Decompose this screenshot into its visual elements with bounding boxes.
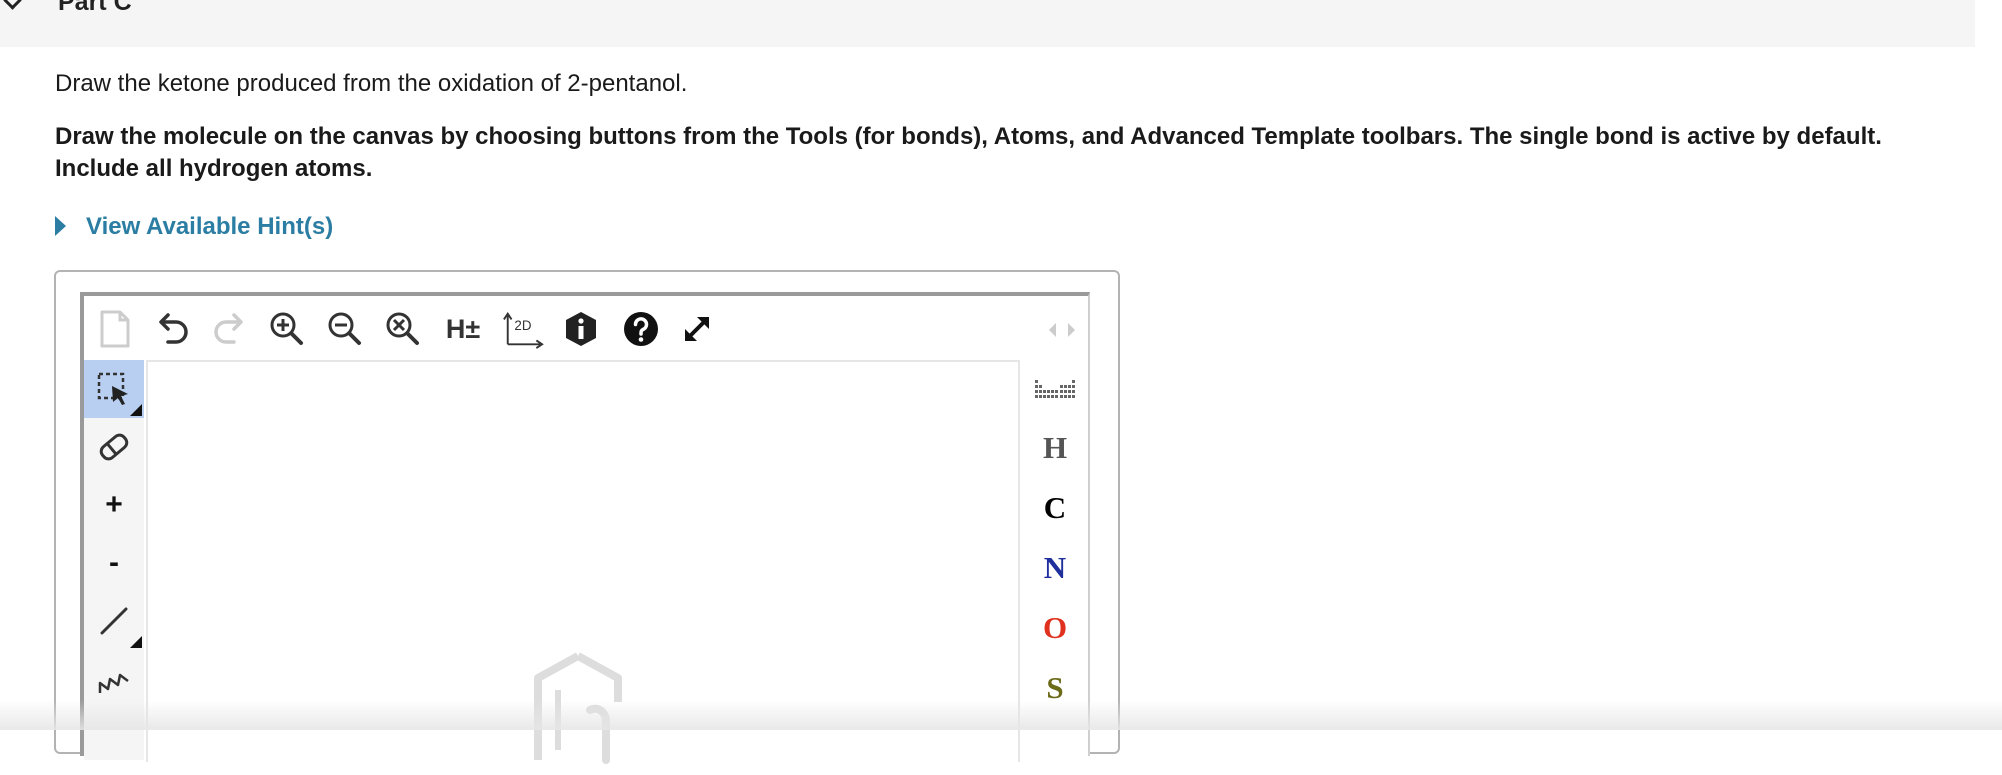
fullscreen-icon bbox=[685, 317, 709, 341]
charge-plus-button[interactable]: + bbox=[84, 476, 144, 534]
atom-h-button[interactable]: H bbox=[1024, 420, 1086, 476]
zoom-in-button[interactable] bbox=[266, 308, 308, 350]
undo-icon bbox=[159, 313, 188, 344]
redo-icon bbox=[214, 313, 243, 344]
caret-right-icon bbox=[55, 216, 66, 236]
atom-c-button[interactable]: C bbox=[1024, 480, 1086, 536]
redo-button[interactable] bbox=[208, 308, 250, 350]
chevron-down-icon[interactable] bbox=[3, 0, 22, 10]
clean-2d-button[interactable]: 2D bbox=[502, 308, 544, 350]
tools-toolbar: + - bbox=[84, 360, 144, 760]
left-right-arrows-icon bbox=[1049, 323, 1075, 337]
clean-2d-label: 2D bbox=[514, 318, 531, 333]
select-tool-button[interactable] bbox=[84, 360, 144, 418]
view-hints-link[interactable]: View Available Hint(s) bbox=[55, 213, 333, 241]
atom-o-label: O bbox=[1042, 610, 1068, 645]
part-title: Part C bbox=[58, 0, 132, 16]
atom-n-label: N bbox=[1043, 550, 1067, 585]
submenu-corner-icon bbox=[130, 404, 142, 416]
atom-s-button[interactable]: S bbox=[1024, 660, 1086, 716]
watermark-logo-icon bbox=[528, 650, 638, 775]
chain-tool-button[interactable] bbox=[84, 650, 144, 708]
zoom-in-icon bbox=[270, 312, 303, 345]
new-document-icon bbox=[100, 310, 130, 348]
zoom-out-button[interactable] bbox=[324, 308, 366, 350]
info-button[interactable] bbox=[560, 308, 602, 350]
instructions-text: Draw the molecule on the canvas by choos… bbox=[55, 123, 1882, 182]
question-text: Draw the ketone produced from the oxidat… bbox=[55, 70, 688, 97]
periodic-table-button[interactable] bbox=[1024, 360, 1086, 416]
fullscreen-button[interactable] bbox=[676, 308, 718, 350]
help-button[interactable] bbox=[620, 308, 662, 350]
toolbar-scroll-arrows[interactable] bbox=[1044, 320, 1080, 340]
atom-s-label: S bbox=[1046, 670, 1064, 705]
zoom-out-icon bbox=[328, 312, 361, 345]
selection-icon bbox=[97, 372, 128, 405]
atom-c-label: C bbox=[1043, 490, 1067, 525]
single-bond-icon bbox=[100, 607, 128, 635]
single-bond-button[interactable] bbox=[84, 592, 144, 650]
view-hints-label: View Available Hint(s) bbox=[86, 213, 334, 240]
submenu-corner-icon bbox=[130, 636, 142, 648]
zoom-reset-button[interactable] bbox=[382, 308, 424, 350]
eraser-icon bbox=[99, 433, 129, 461]
clean-2d-icon: 2D bbox=[503, 312, 544, 349]
atom-o-button[interactable]: O bbox=[1024, 600, 1086, 656]
zoom-reset-icon bbox=[386, 312, 419, 345]
charge-minus-button[interactable]: - bbox=[84, 534, 144, 592]
molecule-editor-frame: H± 2D + - H C N O S bbox=[54, 270, 1120, 764]
atoms-toolbar: H C N O S bbox=[1024, 360, 1086, 760]
eraser-tool-button[interactable] bbox=[84, 418, 144, 476]
top-toolbar: H± 2D bbox=[84, 296, 1024, 358]
drawing-canvas[interactable] bbox=[146, 360, 1020, 764]
info-icon bbox=[566, 312, 596, 346]
undo-button[interactable] bbox=[152, 308, 194, 350]
help-icon bbox=[624, 312, 658, 346]
toggle-hydrogens-button[interactable]: H± bbox=[442, 308, 484, 350]
new-document-button[interactable] bbox=[94, 308, 136, 350]
part-header[interactable]: Part C bbox=[0, 0, 1975, 47]
chain-icon bbox=[98, 673, 129, 693]
atom-n-button[interactable]: N bbox=[1024, 540, 1086, 596]
atom-h-label: H bbox=[1042, 430, 1068, 465]
toggle-hydrogens-label: H± bbox=[445, 313, 481, 344]
molecule-editor: H± 2D + - H C N O S bbox=[80, 292, 1090, 764]
charge-minus-label: - bbox=[109, 546, 119, 579]
periodic-table-icon bbox=[1035, 380, 1075, 398]
charge-plus-label: + bbox=[105, 488, 123, 521]
